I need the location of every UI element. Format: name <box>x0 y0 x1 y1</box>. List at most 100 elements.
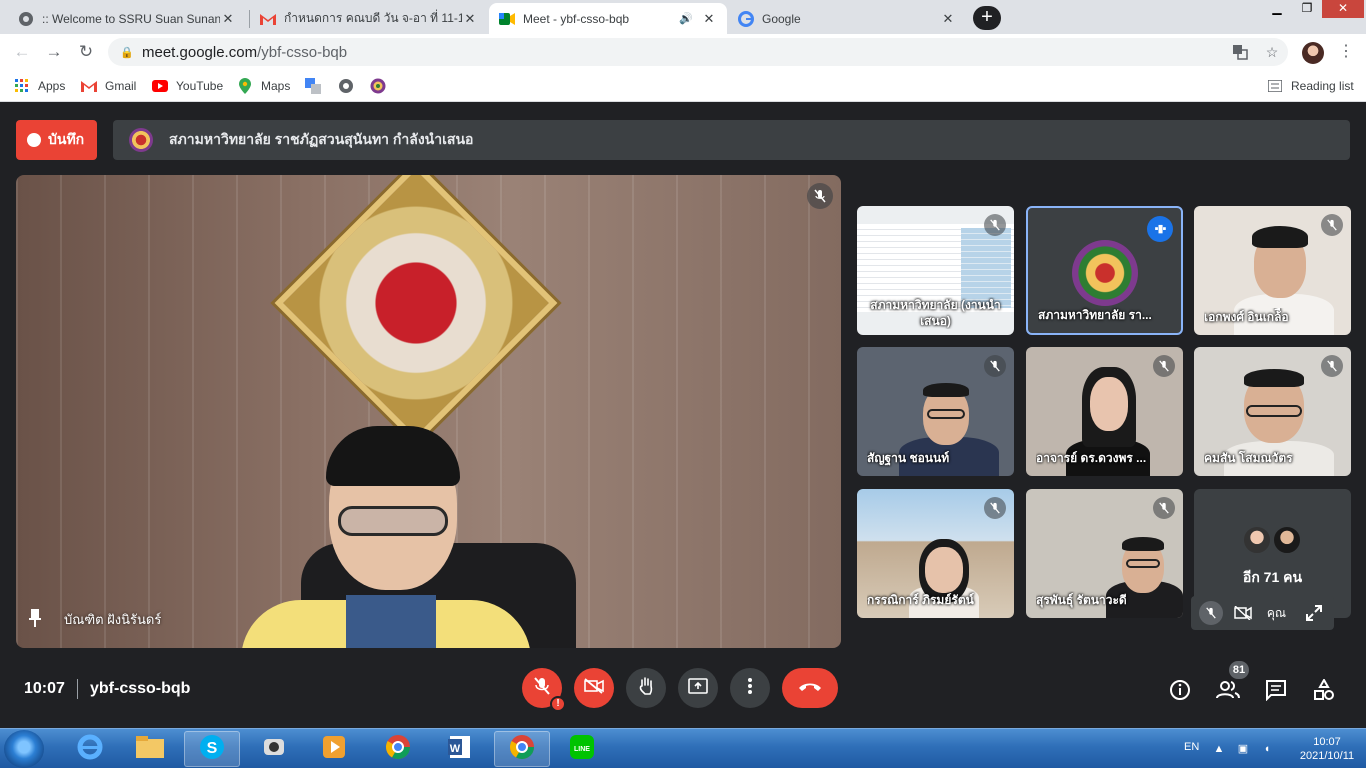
speaker-audio-icon[interactable]: 🔊 <box>679 12 693 25</box>
mic-off-icon[interactable] <box>1199 601 1223 625</box>
browser-tab-strip: :: Welcome to SSRU Suan Sunandha ✕ กำหนด… <box>0 0 1366 34</box>
tab-title: กำหนดการ คณบดี วัน จ-อา ที่ 11-17 ต.ค. 6… <box>284 11 462 25</box>
main-speaker-tile[interactable]: บัณฑิต ฝังนิรันดร์ <box>16 175 841 648</box>
bookmark-youtube[interactable]: YouTube <box>152 77 223 95</box>
mic-off-icon <box>984 214 1006 236</box>
volume-icon[interactable]: ◖ <box>1260 742 1274 756</box>
more-options-button[interactable] <box>730 668 770 708</box>
minimize-icon[interactable]: ▁ <box>1262 0 1292 18</box>
taskbar-media-player[interactable] <box>306 731 362 767</box>
profile-avatar[interactable] <box>1302 42 1324 64</box>
info-icon[interactable] <box>1168 678 1192 702</box>
camera-toggle-button[interactable] <box>574 668 614 708</box>
bookmark-gmail[interactable]: Gmail <box>81 77 136 95</box>
taskbar-line[interactable]: LINE <box>554 731 610 767</box>
maps-pin-icon <box>237 78 253 94</box>
participant-glasses <box>1246 405 1302 417</box>
start-button[interactable] <box>4 730 44 768</box>
mic-off-icon <box>1153 355 1175 377</box>
wall-frame-decoration <box>274 175 558 445</box>
expand-icon[interactable] <box>1302 601 1326 625</box>
word-icon: W <box>446 733 474 766</box>
activities-icon[interactable] <box>1312 678 1336 702</box>
present-screen-button[interactable] <box>678 668 718 708</box>
bookmark-maps[interactable]: Maps <box>237 77 290 95</box>
participant-name: สภามหาวิทยาลัย (งานนำเสนอ) <box>870 298 1001 328</box>
close-window-icon[interactable]: ✕ <box>1322 0 1364 18</box>
line-icon: LINE <box>568 733 596 766</box>
tab-google[interactable]: Google ✕ <box>728 3 966 34</box>
back-arrow-icon[interactable]: ← <box>10 40 34 64</box>
participant-name: อาจารย์ ดร.ดวงพร ... <box>1036 451 1147 465</box>
translate-icon <box>305 78 321 94</box>
reading-list-button[interactable]: Reading list <box>1267 77 1354 95</box>
close-tab-icon[interactable]: ✕ <box>462 11 478 27</box>
participant-tile[interactable]: กรรณิการ์ ภิรมย์รัตน์ <box>857 489 1014 618</box>
taskbar-file-explorer[interactable] <box>122 731 178 767</box>
gmail-icon <box>260 11 276 27</box>
chat-icon[interactable] <box>1264 678 1288 702</box>
meet-control-bar: 10:07 ybf-csso-bqb ! 81 <box>0 648 1366 728</box>
bookmark-ssru[interactable] <box>370 77 394 95</box>
taskbar-camera-app[interactable] <box>246 731 302 767</box>
tray-clock[interactable]: 10:07 2021/10/11 <box>1296 735 1358 763</box>
tray-time: 10:07 <box>1313 736 1341 748</box>
participant-tile-presentation[interactable]: สภามหาวิทยาลัย (งานนำเสนอ) <box>857 206 1014 335</box>
tab-title: Google <box>762 11 801 26</box>
close-tab-icon[interactable]: ✕ <box>940 11 956 27</box>
bookmark-star-icon[interactable]: ☆ <box>1263 44 1281 60</box>
pin-icon[interactable] <box>28 609 44 630</box>
bookmark-globe[interactable] <box>338 77 362 95</box>
taskbar-skype[interactable]: S <box>184 731 240 767</box>
tab-ssru[interactable]: :: Welcome to SSRU Suan Sunandha ✕ <box>8 3 246 34</box>
url-path: /ybf-csso-bqb <box>257 43 348 61</box>
taskbar-chrome[interactable] <box>370 731 426 767</box>
bookmark-apps[interactable]: Apps <box>14 77 65 95</box>
people-icon[interactable] <box>1216 678 1240 702</box>
participant-tile[interactable]: คมสัน โสมณวัตร <box>1194 347 1351 476</box>
speaker-glasses <box>338 506 448 536</box>
show-hidden-icons-icon[interactable]: ▲ <box>1212 742 1226 756</box>
meeting-code: ybf-csso-bqb <box>90 680 191 697</box>
recording-indicator[interactable]: บันทึก <box>16 120 97 160</box>
tab-gmail[interactable]: กำหนดการ คณบดี วัน จ-อา ที่ 11-17 ต.ค. 6… <box>250 3 488 34</box>
close-tab-icon[interactable]: ✕ <box>701 11 717 27</box>
maximize-icon[interactable]: ❐ <box>1292 0 1322 18</box>
raise-hand-button[interactable] <box>626 668 666 708</box>
network-icon[interactable]: ▣ <box>1236 742 1250 756</box>
participant-hair <box>1252 226 1308 248</box>
youtube-icon <box>152 78 168 94</box>
participant-tile-presenter[interactable]: ▪▮▪ สภามหาวิทยาลัย รา... <box>1026 206 1183 335</box>
participant-count-badge: 81 <box>1229 661 1249 679</box>
leave-call-button[interactable] <box>782 668 838 708</box>
mic-toggle-button[interactable]: ! <box>522 668 566 712</box>
meeting-clock: 10:07 <box>24 680 65 697</box>
tab-meet[interactable]: Meet - ybf-csso-bqb 🔊 ✕ <box>489 3 727 34</box>
taskbar-chrome-profile[interactable] <box>494 731 550 767</box>
participant-tile[interactable]: สัญฐาน ชอนนท์ <box>857 347 1014 476</box>
participant-tile[interactable]: อาจารย์ ดร.ดวงพร ... <box>1026 347 1183 476</box>
forward-arrow-icon[interactable]: → <box>42 40 66 64</box>
main-speaker-name: บัณฑิต ฝังนิรันดร์ <box>28 609 161 630</box>
translate-icon[interactable] <box>1231 44 1249 60</box>
new-tab-button[interactable]: + <box>973 6 1001 30</box>
bookmark-translate[interactable] <box>305 77 329 95</box>
language-indicator[interactable]: EN <box>1184 741 1199 753</box>
camera-off-icon[interactable] <box>1231 601 1255 625</box>
globe-icon <box>18 11 34 27</box>
svg-text:S: S <box>207 740 218 757</box>
browser-menu-icon[interactable]: ⋮ <box>1338 40 1354 64</box>
participant-tile[interactable]: เอกพงศ์ อินเกล้ือ <box>1194 206 1351 335</box>
address-bar[interactable]: 🔒 meet.google.com/ybf-csso-bqb <box>108 38 1288 66</box>
self-view-controls: คุณ <box>1191 596 1334 630</box>
participant-avatar <box>1242 525 1272 555</box>
taskbar-word[interactable]: W <box>432 731 488 767</box>
participant-tile[interactable]: สุรพันธุ์ รัตนาวะดี <box>1026 489 1183 618</box>
presenting-text: สภามหาวิทยาลัย ราชภัฏสวนสุนันทา กำลังนำเ… <box>169 131 474 147</box>
participant-hair <box>1122 537 1164 551</box>
close-tab-icon[interactable]: ✕ <box>220 11 236 27</box>
camera-off-icon <box>584 677 604 699</box>
reading-list-icon <box>1267 78 1283 94</box>
taskbar-internet-explorer[interactable] <box>62 731 118 767</box>
reload-icon[interactable]: ↻ <box>74 40 98 64</box>
